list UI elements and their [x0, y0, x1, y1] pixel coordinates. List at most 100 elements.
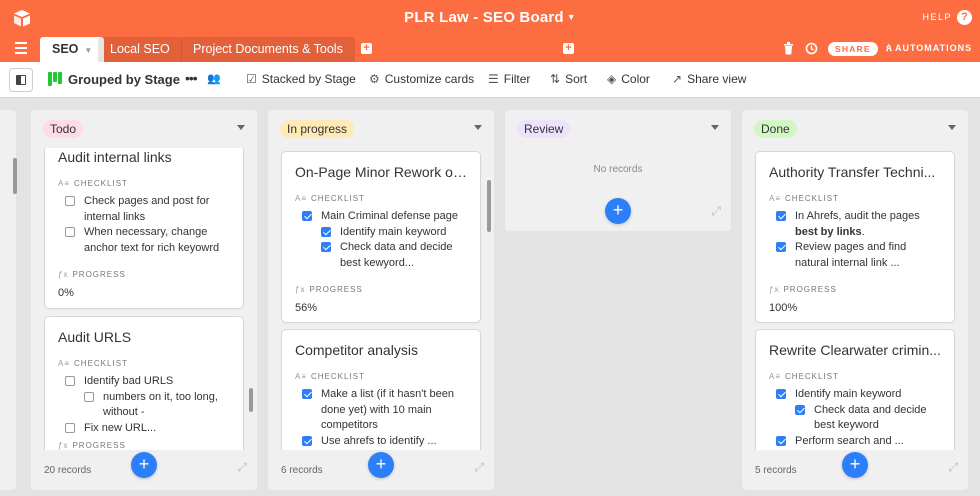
checklist-item-text: Identify main keyword	[340, 225, 447, 238]
card-list: Authority Transfer Techni... A≡ CHECKLIST…	[742, 148, 968, 450]
kanban-column-todo: Todo Audit internal links A≡ CHECKLIST Ch…	[31, 110, 257, 490]
checklist-label: CHECKLIST	[74, 359, 128, 368]
stage-badge[interactable]: Done	[754, 120, 797, 138]
chevron-down-icon[interactable]	[711, 125, 719, 130]
record-card[interactable]: Audit internal links A≡ CHECKLIST Check p…	[45, 148, 243, 308]
checkbox[interactable]	[84, 391, 94, 402]
checkbox[interactable]	[65, 196, 75, 206]
checklist-subitem: Identify main keyword	[295, 225, 467, 241]
record-card[interactable]: Authority Transfer Techni... A≡ CHECKLIST…	[756, 152, 954, 322]
checklist-item-text: Identify bad URLS	[84, 375, 174, 387]
checkbox-checked[interactable]	[321, 242, 331, 252]
robot-icon: ጰ	[886, 43, 893, 54]
checkbox-checked[interactable]	[321, 226, 331, 237]
checkbox-icon: ☑	[246, 72, 257, 86]
checkbox[interactable]	[65, 227, 75, 237]
checkbox-checked[interactable]	[795, 404, 805, 415]
view-toolbar: Grouped by Stage ••• 👥 ☑ Stacked by Stage…	[0, 62, 980, 98]
collaborators-icon[interactable]: 👥	[207, 72, 221, 85]
record-card[interactable]: Rewrite Clearwater crimin... A≡ CHECKLIST…	[756, 330, 954, 450]
tab-project-documents[interactable]: Project Documents & Tools	[181, 37, 355, 62]
gear-icon: ⚙	[369, 72, 380, 86]
checklist-item-text: Make a list (if it hasn't been done yet)…	[321, 388, 454, 431]
stage-badge[interactable]: In progress	[280, 120, 355, 138]
record-card[interactable]: On-Page Minor Rework of... A≡ CHECKLIST M…	[282, 152, 480, 322]
checklist-item-bold-text: best by links	[795, 225, 862, 238]
checklist-subitem: Check data and decide best kewyord...	[295, 240, 467, 271]
help-link[interactable]: HELP	[922, 12, 952, 22]
record-count: 20 records	[44, 465, 92, 476]
formula-icon: ƒx	[295, 285, 306, 294]
add-table-icon[interactable]: +	[361, 43, 372, 54]
column-footer: 6 records + ⤢	[268, 450, 494, 490]
share-view-button[interactable]: ↗ Share view	[672, 72, 746, 86]
automations-button[interactable]: ጰ AUTOMATIONS	[886, 43, 972, 54]
tab-seo[interactable]: SEO ▼	[40, 37, 105, 62]
scrollbar[interactable]	[13, 158, 17, 194]
sort-button[interactable]: ⇅ Sort	[550, 72, 587, 86]
chevron-down-icon[interactable]	[237, 125, 245, 130]
view-name[interactable]: Grouped by Stage	[68, 72, 180, 87]
history-icon[interactable]	[805, 42, 818, 55]
checklist-item-text: Check data and decide best kewyord...	[340, 241, 453, 269]
scrollbar[interactable]	[487, 180, 491, 232]
long-text-icon: A≡	[295, 372, 308, 381]
checklist-item-text: Fix new URL...	[84, 421, 157, 434]
stage-badge[interactable]: Todo	[43, 120, 84, 138]
checkbox-checked[interactable]	[776, 242, 786, 252]
add-record-button[interactable]: +	[131, 452, 157, 478]
expand-icon[interactable]: ⤢	[237, 460, 247, 475]
checkbox[interactable]	[65, 376, 75, 386]
sidebar-toggle-button[interactable]	[9, 68, 33, 92]
help-icon[interactable]: ?	[957, 10, 972, 25]
tab-local-seo[interactable]: Local SEO	[98, 37, 182, 62]
kanban-column-in-progress: In progress On-Page Minor Rework of... A…	[268, 110, 494, 490]
expand-icon[interactable]: ⤢	[711, 204, 721, 219]
checkbox-checked[interactable]	[776, 389, 786, 399]
card-title: Audit internal links	[58, 149, 172, 165]
progress-label: PROGRESS	[309, 285, 363, 294]
add-record-button[interactable]: +	[605, 198, 631, 224]
checklist-item: Fix new URL...	[58, 421, 230, 437]
checkbox-checked[interactable]	[776, 211, 786, 221]
checkbox-checked[interactable]	[302, 389, 312, 399]
add-record-button[interactable]: +	[842, 452, 868, 478]
external-link-icon: ↗	[672, 72, 683, 86]
share-button[interactable]: SHARE	[828, 42, 878, 56]
scrollbar[interactable]	[249, 388, 253, 412]
filter-button[interactable]: ☰ Filter	[488, 72, 530, 86]
more-options-icon[interactable]: •••	[185, 70, 198, 86]
chevron-down-icon[interactable]	[948, 125, 956, 130]
checklist-label: CHECKLIST	[785, 372, 839, 381]
checklist-label: CHECKLIST	[74, 179, 128, 188]
base-title[interactable]: PLR Law - SEO Board ▼	[0, 9, 980, 26]
checkbox-checked[interactable]	[302, 211, 312, 221]
empty-state: No records	[593, 164, 643, 175]
trash-icon[interactable]	[783, 42, 794, 55]
customize-cards-button[interactable]: ⚙ Customize cards	[369, 72, 474, 86]
checkbox-checked[interactable]	[302, 435, 312, 446]
add-record-button[interactable]: +	[368, 452, 394, 478]
checkbox[interactable]	[65, 422, 75, 433]
column-footer: 20 records + ⤢	[31, 450, 257, 490]
add-icon[interactable]: +	[563, 43, 574, 54]
checklist-item-text: Identify main keyword	[795, 388, 902, 400]
progress-value: 100%	[769, 302, 798, 314]
color-button[interactable]: ◈ Color	[607, 72, 650, 86]
record-card[interactable]: Competitor analysis A≡ CHECKLIST Make a l…	[282, 330, 480, 450]
expand-icon[interactable]: ⤢	[474, 460, 484, 475]
chevron-down-icon[interactable]: ▼	[84, 46, 92, 55]
stage-badge[interactable]: Review	[517, 120, 571, 138]
stacked-by-button[interactable]: ☑ Stacked by Stage	[246, 72, 356, 86]
checklist-item-text: In Ahrefs, audit the pages	[795, 210, 920, 222]
checklist-item: Review pages and find natural internal l…	[769, 240, 941, 271]
long-text-icon: A≡	[769, 194, 782, 203]
expand-icon[interactable]: ⤢	[948, 460, 958, 475]
long-text-icon: A≡	[769, 372, 782, 381]
record-card[interactable]: Audit URLS A≡ CHECKLIST Identify bad URLS…	[45, 317, 243, 450]
field-label: ƒx PROGRESS	[295, 285, 467, 294]
checkbox-checked[interactable]	[776, 435, 786, 446]
sidebar-icon	[16, 75, 26, 85]
chevron-down-icon[interactable]	[474, 125, 482, 130]
hamburger-menu-icon[interactable]	[15, 42, 27, 54]
